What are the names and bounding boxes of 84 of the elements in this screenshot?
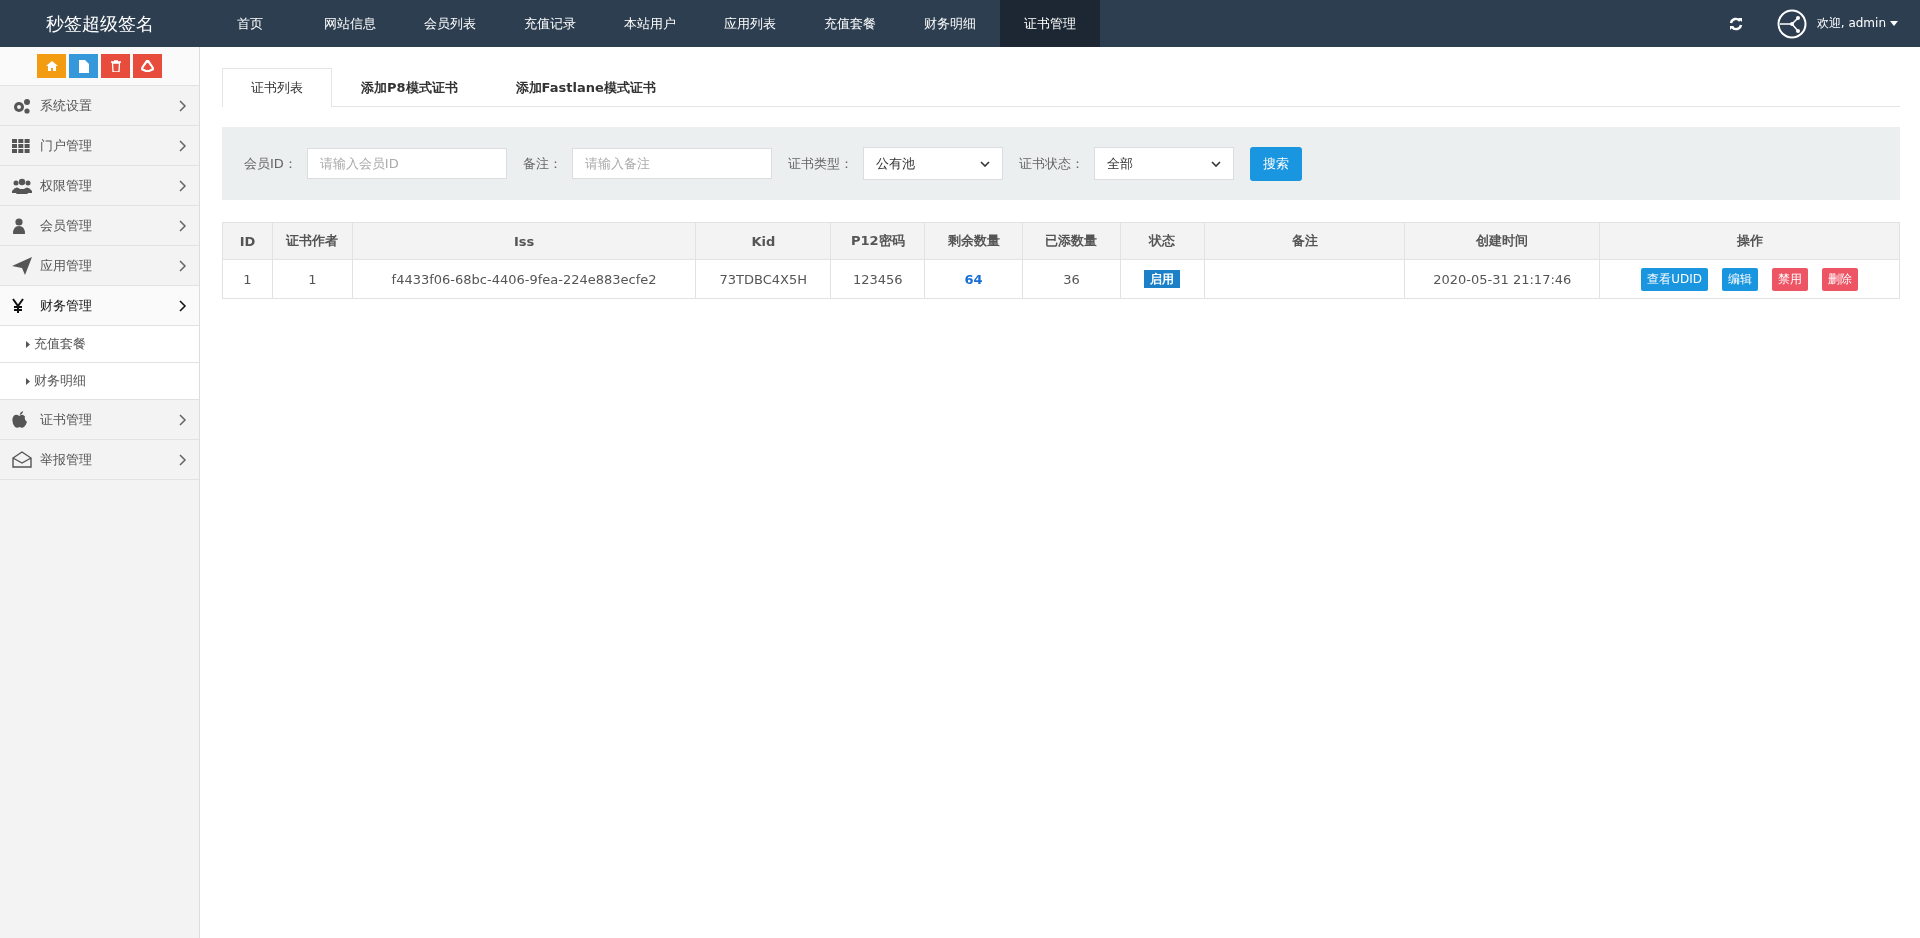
- chevron-icon: [179, 413, 187, 426]
- site-title: 秒签超级签名: [45, 11, 155, 36]
- nav-item[interactable]: 会员列表: [400, 0, 500, 47]
- chevron-icon: [179, 453, 187, 466]
- nav-item[interactable]: 首页: [200, 0, 300, 47]
- caret-icon: [1890, 21, 1898, 26]
- sidebar-item[interactable]: 财务管理: [0, 286, 199, 326]
- avatar-icon[interactable]: [1776, 8, 1807, 39]
- tab[interactable]: 添加Fastlane模式证书: [486, 68, 685, 107]
- triangle-icon: [26, 340, 30, 348]
- text-field[interactable]: 请输入备注: [571, 148, 772, 179]
- table-cell: 1: [272, 259, 353, 299]
- envelope-icon: [12, 451, 32, 468]
- column-header: P12密码: [830, 222, 925, 260]
- chevron-icon: [179, 259, 187, 272]
- column-header: ID: [222, 222, 273, 260]
- column-header: Iss: [352, 222, 696, 260]
- paper-plane-icon: [12, 256, 32, 275]
- nav-item[interactable]: 财务明细: [900, 0, 1000, 47]
- sidebar-label: 门户管理: [40, 136, 93, 155]
- nav-item[interactable]: 本站用户: [600, 0, 700, 47]
- table-cell: 123456: [830, 259, 925, 299]
- yen-icon: [12, 297, 24, 314]
- table-cell: 64: [924, 259, 1023, 299]
- tab[interactable]: 添加P8模式证书: [332, 68, 487, 107]
- nav-item[interactable]: 应用列表: [700, 0, 800, 47]
- trash-button[interactable]: [101, 54, 130, 78]
- submenu-label: 财务明细: [34, 372, 86, 390]
- sidebar-label: 举报管理: [40, 450, 93, 469]
- submenu-label: 充值套餐: [34, 335, 86, 353]
- chevron-icon: [179, 219, 187, 232]
- submenu-item[interactable]: 财务明细: [0, 363, 199, 400]
- column-header: 证书作者: [272, 222, 353, 260]
- trash-icon: [110, 60, 121, 72]
- file-button[interactable]: [69, 54, 98, 78]
- table-cell: 1: [222, 259, 273, 299]
- nav-item[interactable]: 证书管理: [1000, 0, 1100, 47]
- table-cell: f4433f06-68bc-4406-9fea-224e883ecfe2: [352, 259, 696, 299]
- recycle-button[interactable]: [133, 54, 162, 78]
- chevron-icon: [179, 299, 187, 312]
- file-icon: [78, 59, 89, 73]
- select-field[interactable]: 公有池: [862, 147, 1003, 180]
- chevron-down-icon: [1210, 160, 1221, 167]
- column-header: 剩余数量: [924, 222, 1023, 260]
- home-icon: [45, 61, 58, 71]
- chevron-icon: [179, 99, 187, 112]
- column-header: 状态: [1120, 222, 1205, 260]
- user-menu[interactable]: 欢迎, admin: [1816, 15, 1898, 32]
- triangle-icon: [26, 377, 30, 385]
- tab[interactable]: 证书列表: [222, 68, 332, 107]
- column-header: 操作: [1599, 222, 1900, 260]
- sidebar-label: 财务管理: [40, 296, 93, 315]
- filter-label: 备注：: [522, 154, 562, 173]
- refresh-icon[interactable]: [1728, 16, 1743, 31]
- select-field[interactable]: 全部: [1093, 147, 1234, 180]
- home-button[interactable]: [37, 54, 66, 78]
- nav-item[interactable]: 网站信息: [300, 0, 400, 47]
- sidebar-label: 应用管理: [40, 256, 93, 275]
- grid-icon: [12, 138, 30, 153]
- sidebar-label: 权限管理: [40, 176, 93, 195]
- status-badge: 启用: [1144, 269, 1181, 288]
- filter-label: 证书状态：: [1018, 154, 1084, 173]
- sidebar-label: 系统设置: [40, 96, 93, 115]
- users-icon: [12, 177, 32, 194]
- filter-label: 证书类型：: [787, 154, 853, 173]
- sidebar-label: 证书管理: [40, 410, 93, 429]
- table-cell: 2020-05-31 21:17:46: [1404, 259, 1600, 299]
- text-field[interactable]: 请输入会员ID: [306, 148, 507, 179]
- sidebar-label: 会员管理: [40, 216, 93, 235]
- apple-icon: [12, 411, 27, 428]
- column-header: Kid: [695, 222, 831, 260]
- column-header: 备注: [1204, 222, 1405, 260]
- nav-item[interactable]: 充值记录: [500, 0, 600, 47]
- submenu-item[interactable]: 充值套餐: [0, 326, 199, 363]
- table-cell: 73TDBC4X5H: [695, 259, 831, 299]
- table-cell: 36: [1022, 259, 1121, 299]
- nav-item[interactable]: 充值套餐: [800, 0, 900, 47]
- chevron-icon: [179, 139, 187, 152]
- column-header: 创建时间: [1404, 222, 1600, 260]
- filter-label: 会员ID：: [244, 154, 297, 173]
- column-header: 已添数量: [1022, 222, 1121, 260]
- chevron-down-icon: [979, 160, 990, 167]
- chevron-icon: [179, 179, 187, 192]
- user-icon: [12, 217, 26, 234]
